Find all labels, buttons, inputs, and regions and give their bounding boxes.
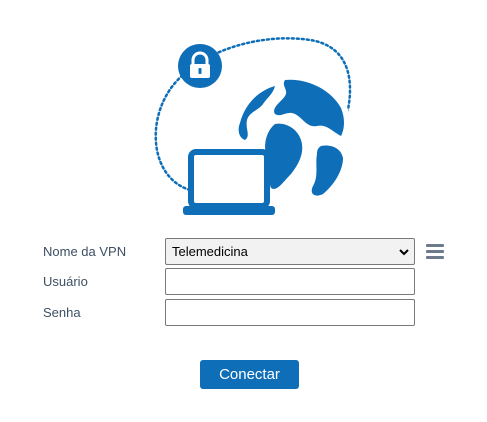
- chevron-down-icon: [399, 248, 409, 255]
- hamburger-menu-icon[interactable]: [426, 244, 444, 260]
- password-label: Senha: [43, 305, 81, 320]
- vpn-name-label: Nome da VPN: [43, 244, 127, 259]
- vpn-illustration: [154, 37, 355, 215]
- username-input[interactable]: [165, 268, 415, 295]
- password-input[interactable]: [165, 299, 415, 326]
- vpn-name-select[interactable]: Telemedicina: [165, 238, 415, 265]
- vpn-name-selected-value: Telemedicina: [172, 244, 248, 259]
- connect-button[interactable]: Conectar: [200, 360, 299, 389]
- lock-icon: [178, 44, 222, 88]
- username-label: Usuário: [43, 274, 88, 289]
- laptop-icon: [183, 149, 275, 215]
